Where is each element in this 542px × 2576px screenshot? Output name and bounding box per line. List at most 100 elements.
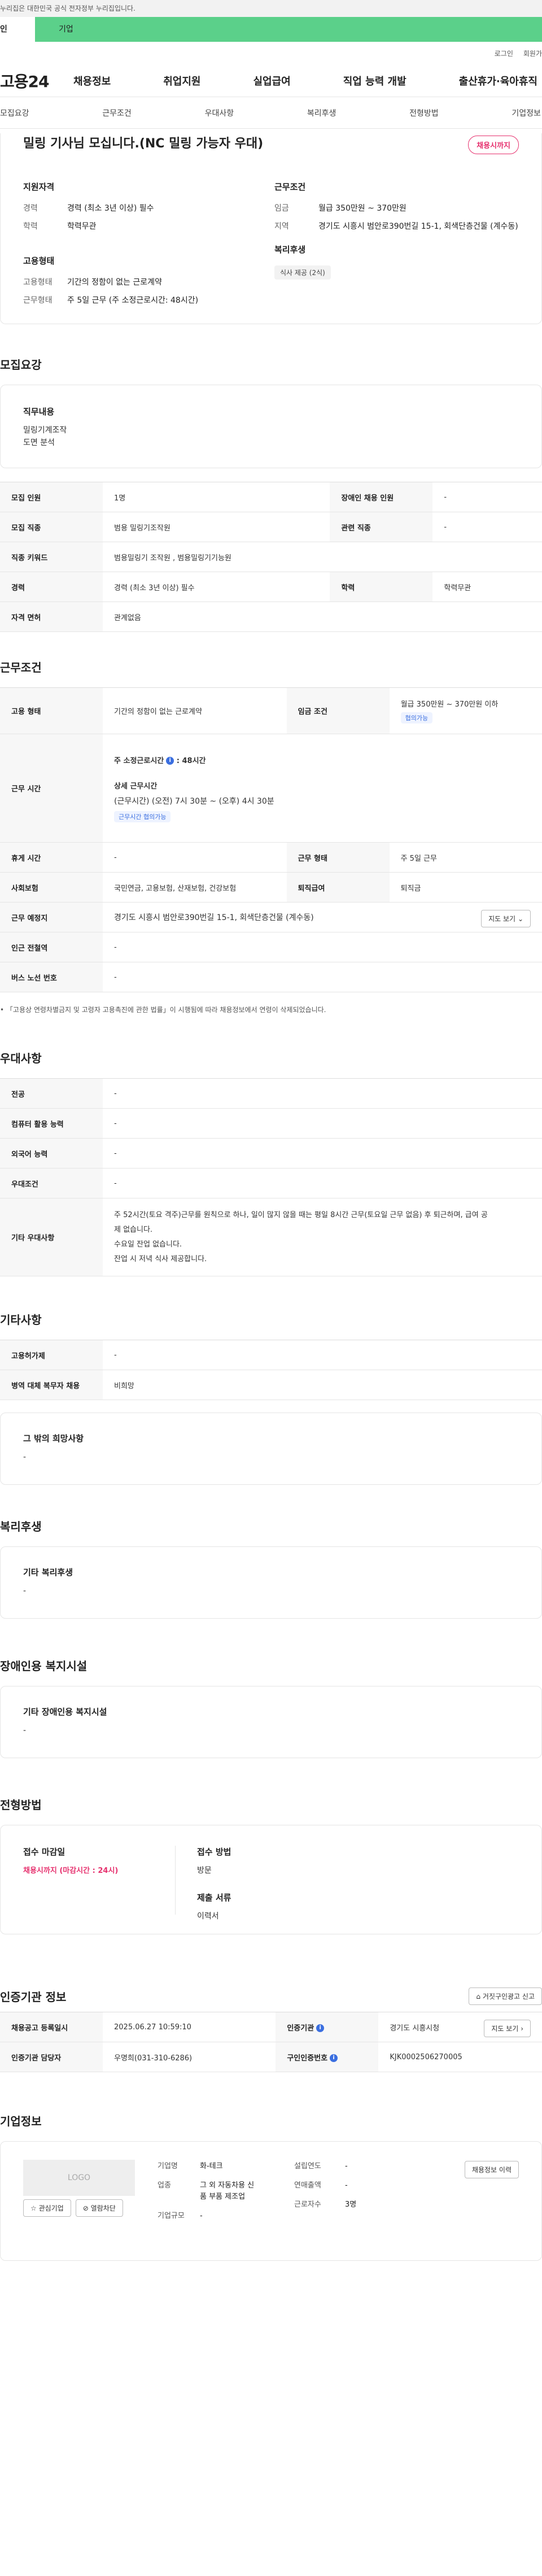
table-row: 모집 직종 범용 밀링기조작원 관련 직종 - xyxy=(0,512,542,542)
hope-box: 그 밖의 희망사항 - xyxy=(0,1413,542,1485)
agency-map-button[interactable]: 지도 보기 › xyxy=(484,2020,531,2037)
table-row: 컴퓨터 활용 능력 - xyxy=(0,1108,542,1139)
site-logo[interactable]: 고용24 xyxy=(0,69,62,92)
login-link[interactable]: 로그인 xyxy=(495,49,513,58)
facility-title: 장애인용 복지시설 xyxy=(0,1659,88,1673)
welfare-box: 기타 복리후생 - xyxy=(0,1546,542,1619)
table-row: 우대조건 - xyxy=(0,1168,542,1198)
table-row: 모집 인원 1명 장애인 채용 인원 - xyxy=(0,482,542,512)
summary-work-type: 근무형태 주 5일 근무 (주 소정근로시간: 48시간) xyxy=(23,296,199,305)
company-logo-placeholder: LOGO xyxy=(23,2160,135,2196)
welfare-heading: 복리후생 xyxy=(274,245,306,255)
block-icon: ⊘ xyxy=(82,2204,89,2212)
table-row: 고용 형태 기간의 정함이 없는 근로계약 임금 조건 월급 350만원 ~ 37… xyxy=(0,687,542,734)
recruit-table: 모집 인원 1명 장애인 채용 인원 - 모집 직종 범용 밀링기조작원 관련 직종 -… xyxy=(0,482,542,632)
info-icon[interactable]: i xyxy=(330,2054,338,2062)
gnb-jobs[interactable]: 채용정보 xyxy=(73,73,111,88)
conditions-title: 근무조건 xyxy=(0,661,42,674)
table-row: 버스 노선 번호 - xyxy=(0,962,542,992)
facility-box: 기타 장애인용 복지시설 - xyxy=(0,1686,542,1758)
recruit-history-button[interactable]: 채용정보 이력 xyxy=(464,2161,519,2178)
gnb-unemployment-benefit[interactable]: 실업급여 xyxy=(253,73,291,88)
gnb-skills[interactable]: 직업 능력 개발 xyxy=(343,73,406,88)
duty-line: 밀링기계조작 xyxy=(23,426,67,435)
table-row: 외국어 능력 - xyxy=(0,1138,542,1169)
map-button[interactable]: 지도 보기 ⌄ xyxy=(481,910,531,927)
anchor-welfare[interactable]: 복리후생 xyxy=(307,107,336,119)
prefer-title: 우대사항 xyxy=(0,1052,42,1065)
favorite-company-button[interactable]: ☆ 관심기업 xyxy=(23,2199,71,2217)
company-section: 기업정보 LOGO ☆ 관심기업 ⊘ 열람차단 기업명 화-테크 업종 그 외 자동… xyxy=(0,2112,542,2261)
anchor-conditions[interactable]: 근무조건 xyxy=(102,107,132,119)
table-row: 채용공고 등록일시 2025.06.27 10:59:10 인증기관 i 경기도 시… xyxy=(0,2012,542,2042)
job-summary-card: 밀링 기사님 모십니다.(NC 밀링 가능자 우대) 채용시까지 지원자격 경력… xyxy=(0,133,542,324)
welfare-section: 복리후생 기타 복리후생 - xyxy=(0,1518,542,1619)
tab-company[interactable]: 기업 xyxy=(35,17,542,42)
table-row: 인근 전철역 - xyxy=(0,932,542,962)
page: 누리집은 대한민국 공식 전자정부 누리집입니다. 인 기업 로그인 회원가 고… xyxy=(0,0,542,2576)
summary-employment-type: 고용형태 기간의 정함이 없는 근로계약 xyxy=(23,278,162,287)
gov-banner: 누리집은 대한민국 공식 전자정부 누리집입니다. xyxy=(0,0,542,17)
tab-person[interactable]: 인 xyxy=(0,17,35,42)
process-box: 접수 마감일 채용시까지 (마감시간 : 24시) 접수 방법 방문 제출 서류… xyxy=(0,1825,542,1934)
agency-title: 인증기관 정보 xyxy=(0,1990,67,2004)
process-title: 전형방법 xyxy=(0,1798,42,1812)
join-link[interactable]: 회원가 xyxy=(523,49,542,58)
anchor-prefer[interactable]: 우대사항 xyxy=(205,107,234,119)
wage-negotiable-chip: 협의가능 xyxy=(400,712,433,723)
etc-table: 고용허가제 - 병역 대체 복무자 채용 비희망 xyxy=(0,1340,542,1400)
company-box: LOGO ☆ 관심기업 ⊘ 열람차단 기업명 화-테크 업종 그 외 자동차용 신품… xyxy=(0,2141,542,2261)
qualification-heading: 지원자격 xyxy=(23,182,55,192)
info-icon[interactable]: i xyxy=(316,2024,325,2032)
duty-line: 도면 분석 xyxy=(23,438,55,447)
etc-section: 기타사항 고용허가제 - 병역 대체 복무자 채용 비희망 그 밖의 희망사항 - xyxy=(0,1311,542,1485)
home-icon: ⌂ xyxy=(476,1993,481,2000)
age-note: • 「고용상 연령차별금지 및 고령자 고용촉진에 관한 법률」이 시행됨에 따… xyxy=(0,1006,326,1014)
duty-heading: 직무내용 xyxy=(23,407,55,417)
table-row: 인증기관 담당자 우명희(031-310-6286) 구인인증번호 i KJK000… xyxy=(0,2042,542,2072)
deadline-badge: 채용시까지 xyxy=(468,136,519,154)
anchor-recruit[interactable]: 모집요강 xyxy=(0,107,29,119)
summary-left: 지원자격 경력 경력 (최소 3년 이상) 필수 학력 학력무관 고용형태 고용형태… xyxy=(23,181,271,313)
recruit-section: 모집요강 직무내용 밀링기계조작 도면 분석 모집 인원 1명 장애인 채용 인원… xyxy=(0,356,542,632)
employment-type-heading: 고용형태 xyxy=(23,256,55,266)
summary-area: 지역 경기도 시흥시 범안로390번길 15-1, 회색단층건물 (계수동) xyxy=(274,222,518,231)
global-nav: 고용24 채용정보 취업지원 실업급여 직업 능력 개발 출산휴가·육아휴직 xyxy=(0,64,542,97)
prefer-section: 우대사항 전공 - 컴퓨터 활용 능력 - 외국어 능력 - 우대조건 - 기타 우대사… xyxy=(0,1049,542,1276)
anchor-process[interactable]: 전형방법 xyxy=(409,107,439,119)
table-row: 휴게 시간 - 근무 형태 주 5일 근무 xyxy=(0,842,542,873)
summary-right: 근무조건 임금 월급 350만원 ~ 370만원 지역 경기도 시흥시 범안로390… xyxy=(271,181,519,313)
info-icon[interactable]: i xyxy=(166,757,174,765)
welfare-chip: 식사 제공 (2식) xyxy=(274,265,331,280)
gnb-employment-support[interactable]: 취업지원 xyxy=(163,73,200,88)
duty-box: 직무내용 밀링기계조작 도면 분석 xyxy=(0,385,542,468)
report-fake-ad-button[interactable]: ⌂ 거짓구인광고 신고 xyxy=(469,1987,542,2005)
prefer-table: 전공 - 컴퓨터 활용 능력 - 외국어 능력 - 우대조건 - 기타 우대사항 주 5… xyxy=(0,1078,542,1276)
table-row: 기타 우대사항 주 52시간(토요 격주)근무를 원칙으로 하나, 일이 많지 … xyxy=(0,1198,542,1276)
anchor-company[interactable]: 기업정보 xyxy=(512,107,541,119)
welfare-title: 복리후생 xyxy=(0,1520,42,1533)
agency-section: 인증기관 정보 ⌂ 거짓구인광고 신고 채용공고 등록일시 2025.06.27 … xyxy=(0,1987,542,2072)
chevron-down-icon: ⌄ xyxy=(517,915,523,923)
section-anchor-nav: 모집요강 근무조건 우대사항 복리후생 전형방법 기업정보 xyxy=(0,97,542,129)
user-type-tabs: 인 기업 xyxy=(0,17,542,42)
gnb-menu: 채용정보 취업지원 실업급여 직업 능력 개발 출산휴가·육아휴직 xyxy=(62,73,537,88)
chevron-right-icon: › xyxy=(521,2025,523,2033)
job-title: 밀링 기사님 모십니다.(NC 밀링 가능자 우대) xyxy=(23,137,264,151)
summary-grid: 지원자격 경력 경력 (최소 3년 이상) 필수 학력 학력무관 고용형태 고용형태… xyxy=(23,181,519,313)
table-row: 직종 키워드 범용밀링기 조작원 , 범용밀링기기능원 xyxy=(0,542,542,572)
process-section: 전형방법 접수 마감일 채용시까지 (마감시간 : 24시) 접수 방법 방문 … xyxy=(0,1796,542,1934)
etc-title: 기타사항 xyxy=(0,1313,42,1327)
agency-table: 채용공고 등록일시 2025.06.27 10:59:10 인증기관 i 경기도 시… xyxy=(0,2012,542,2072)
facility-section: 장애인용 복지시설 기타 장애인용 복지시설 - xyxy=(0,1657,542,1758)
table-row: 경력 경력 (최소 3년 이상) 필수 학력 학력무관 xyxy=(0,572,542,602)
star-icon: ☆ xyxy=(30,2204,37,2212)
gnb-parental-leave[interactable]: 출산휴가·육아휴직 xyxy=(459,73,537,88)
conditions-heading: 근무조건 xyxy=(274,182,306,192)
recruit-title: 모집요강 xyxy=(0,358,42,372)
hours-negotiable-chip: 근무시간 협의가능 xyxy=(114,810,171,822)
block-view-button[interactable]: ⊘ 열람차단 xyxy=(75,2199,123,2217)
deadline-value: 채용시까지 (마감시간 : 24시) xyxy=(23,1867,119,1875)
conditions-table: 고용 형태 기간의 정함이 없는 근로계약 임금 조건 월급 350만원 ~ 37… xyxy=(0,687,542,992)
table-row: 사회보험 국민연금, 고용보험, 산재보험, 건강보험 퇴직급여 퇴직금 xyxy=(0,872,542,903)
